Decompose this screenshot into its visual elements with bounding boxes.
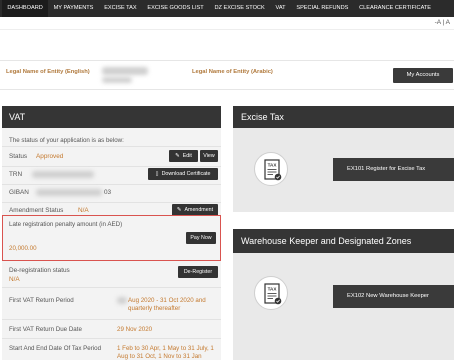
penalty-box: Late registration penalty amount (in AED… [2,215,221,261]
penalty-amount: 20,000.00 [9,245,37,252]
redacted-entity-name-line2 [102,77,132,83]
status-label: Status [9,153,28,160]
divider [2,166,221,167]
pencil-icon: ✎ [175,153,180,159]
tax-period-value: 1 Feb to 30 Apr, 1 May to 31 July, 1 Aug… [117,345,214,360]
giban-label: GIBAN [9,189,29,196]
edit-button[interactable]: ✎ Edit [169,150,198,162]
new-warehouse-keeper-button[interactable]: EX102 New Warehouse Keeper [333,285,454,308]
first-return-period-label: First VAT Return Period [9,297,74,304]
trn-label: TRN [9,171,23,178]
warehouse-panel: Warehouse Keeper and Designated Zones TA… [233,229,454,360]
entity-arabic-label: Legal Name of Entity (Arabic) [192,69,273,75]
redacted-date [117,297,127,304]
tax-document-icon: TAX [254,276,288,310]
excise-tax-title: Excise Tax [233,106,454,128]
nav-item-dz-excise-stock[interactable]: DZ EXCISE STOCK [209,0,270,17]
top-nav: DASHBOARD MY PAYMENTS EXCISE TAX EXCISE GOO… [0,0,454,17]
amendment-status-value: N/A [78,207,89,214]
redacted-trn [32,171,94,178]
entity-bar: Legal Name of Entity (English) Legal Nam… [0,60,454,90]
divider [2,202,221,203]
nav-item-my-payments[interactable]: MY PAYMENTS [48,0,99,17]
accessibility-bar [0,17,454,30]
divider [2,338,221,339]
nav-item-vat[interactable]: VAT [270,0,291,17]
first-return-period-value: Aug 2020 - 31 Oct 2020 and quarterly the… [128,297,206,312]
amendment-status-label: Amendment Status [9,207,64,214]
dereg-status-value: N/A [9,276,20,283]
divider [2,319,221,320]
first-return-due-label: First VAT Return Due Date [9,326,82,333]
register-excise-tax-button[interactable]: EX101 Register for Excise Tax [333,158,454,181]
redacted-giban [36,189,102,196]
svg-text:TAX: TAX [268,287,278,292]
tax-document-icon: TAX [254,152,288,186]
download-certificate-button[interactable]: ▯ Download Certificate [148,168,218,180]
tax-period-label: Start And End Date Of Tax Period [9,345,102,352]
divider [2,184,221,185]
vat-panel: VAT The status of your application is as… [2,106,221,360]
divider [2,287,221,288]
pay-now-button[interactable]: Pay Now [186,232,216,244]
entity-english-label: Legal Name of Entity (English) [6,69,90,75]
excise-tax-panel: Excise Tax TAX EX101 Register for Excise… [233,106,454,212]
document-icon: ▯ [155,171,159,177]
nav-item-dashboard[interactable]: DASHBOARD [2,0,49,17]
nav-item-clearance-certificate[interactable]: CLEARANCE CERTIFICATE [354,0,437,17]
vat-title: VAT [2,106,221,128]
status-intro: The status of your application is as bel… [9,137,124,144]
nav-item-special-refunds[interactable]: SPECIAL REFUNDS [291,0,354,17]
nav-item-excise-goods-list[interactable]: EXCISE GOODS LIST [142,0,209,17]
my-accounts-button[interactable]: My Accounts [393,68,453,83]
status-value: Approved [36,153,64,160]
de-register-button[interactable]: De-Register [178,266,218,278]
giban-suffix: 03 [104,189,112,196]
view-button[interactable]: View [200,150,218,162]
font-size-controls[interactable]: -A | A [435,19,450,26]
svg-text:TAX: TAX [268,163,278,168]
redacted-entity-name [102,67,148,75]
nav-item-excise-tax[interactable]: EXCISE TAX [99,0,142,17]
penalty-label: Late registration penalty amount (in AED… [9,221,123,228]
divider [2,146,221,147]
warehouse-title: Warehouse Keeper and Designated Zones [233,229,454,253]
first-return-due-value: 29 Nov 2020 [117,326,153,333]
dereg-status-label: De-registration status [9,267,70,274]
pencil-icon: ✎ [176,207,182,213]
